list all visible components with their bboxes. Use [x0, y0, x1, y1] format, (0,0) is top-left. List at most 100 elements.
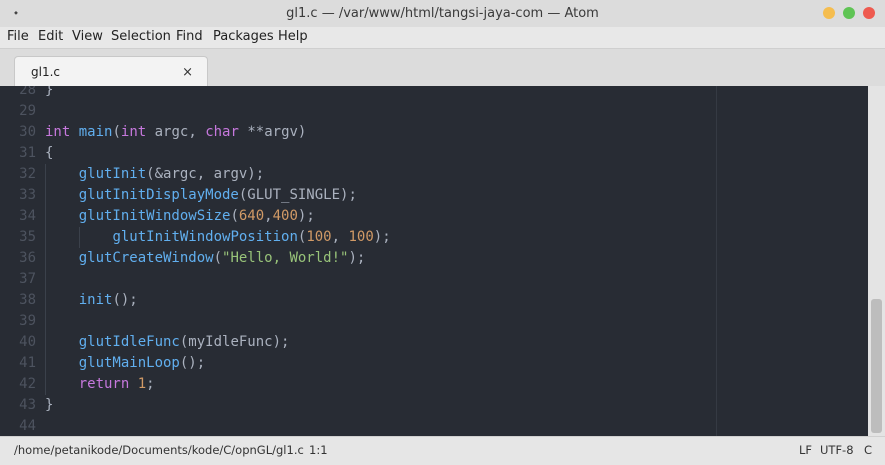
status-bar: /home/petanikode/Documents/kode/C/opnGL/… [0, 436, 885, 465]
indent-guide [45, 164, 46, 395]
code-line[interactable]: glutInitDisplayMode(GLUT_SINGLE); [45, 185, 357, 206]
code-token: glutCreateWindow [78, 250, 214, 266]
file-encoding[interactable]: UTF-8 [820, 437, 854, 464]
line-number: 37 [19, 271, 36, 287]
line-number: 44 [19, 418, 36, 434]
menu-edit[interactable]: Edit [38, 27, 63, 48]
code-token: ); [297, 208, 315, 224]
code-token: argc, [146, 124, 206, 140]
code-line[interactable]: glutCreateWindow("Hello, World!"); [45, 248, 366, 269]
code-token: (); [179, 355, 206, 371]
code-line[interactable]: glutInitWindowPosition(100, 100); [45, 227, 391, 248]
code-line[interactable]: int main(int argc, char **argv) [45, 122, 306, 143]
code-line[interactable]: glutInit(&argc, argv); [45, 164, 264, 185]
line-number: 28 [19, 86, 36, 98]
file-path[interactable]: /home/petanikode/Documents/kode/C/opnGL/… [14, 437, 304, 464]
code-token: ( [230, 208, 239, 224]
code-line[interactable]: init(); [45, 290, 138, 311]
code-token: glutInit [78, 166, 147, 182]
line-ending[interactable]: LF [799, 437, 812, 464]
code-token: 1 [137, 376, 147, 392]
line-number: 38 [19, 292, 36, 308]
code-token: ); [373, 229, 391, 245]
code-token: **argv) [238, 124, 307, 140]
code-line[interactable]: } [45, 86, 53, 101]
menu-selection[interactable]: Selection [111, 27, 171, 48]
code-token: (&argc, argv); [146, 166, 265, 182]
maximize-button[interactable] [843, 7, 855, 19]
menu-packages[interactable]: Packages [213, 27, 274, 48]
title-bar: ⬩ gl1.c — /var/www/html/tangsi-jaya-com … [0, 0, 885, 27]
line-number-gutter: 28 29 30 31 32 33 34 35 36 37 38 39 40 41 42 43 44 [0, 86, 36, 436]
code-token: 100 [348, 229, 374, 245]
menu-find[interactable]: Find [176, 27, 203, 48]
cursor-position[interactable]: 1:1 [309, 437, 328, 464]
menu-help[interactable]: Help [278, 27, 308, 48]
close-button[interactable] [863, 7, 875, 19]
code-token: 400 [272, 208, 298, 224]
line-number: 41 [19, 355, 36, 371]
line-number: 31 [19, 145, 36, 161]
code-token: ( [112, 124, 121, 140]
code-token: , [331, 229, 349, 245]
code-token: int [120, 124, 147, 140]
code-token: { [45, 145, 54, 161]
code-token: ; [146, 376, 155, 392]
code-token: return [78, 376, 130, 392]
code-token: char [205, 124, 239, 140]
window-title: gl1.c — /var/www/html/tangsi-jaya-com — … [286, 6, 599, 21]
close-icon[interactable]: × [182, 57, 193, 88]
line-number: 33 [19, 187, 36, 203]
line-number: 40 [19, 334, 36, 350]
menu-file[interactable]: File [7, 27, 29, 48]
line-number: 36 [19, 250, 36, 266]
line-number: 32 [19, 166, 36, 182]
line-number: 39 [19, 313, 36, 329]
minimize-button[interactable] [823, 7, 835, 19]
code-token: , [264, 208, 273, 224]
code-token: glutIdleFunc [78, 334, 180, 350]
line-number: 29 [19, 103, 36, 119]
code-line[interactable]: glutInitWindowSize(640,400); [45, 206, 315, 227]
code-token: glutInitWindowSize [78, 208, 231, 224]
line-number: 35 [19, 229, 36, 245]
line-number: 30 [19, 124, 36, 140]
line-number: 42 [19, 376, 36, 392]
code-line[interactable]: return 1; [45, 374, 155, 395]
code-token: } [45, 86, 54, 98]
tab-bar: gl1.c × [0, 48, 885, 88]
grammar-selector[interactable]: C [864, 437, 872, 464]
scrollbar-thumb[interactable] [871, 299, 882, 433]
code-token: glutInitWindowPosition [112, 229, 298, 245]
code-line[interactable]: glutMainLoop(); [45, 353, 205, 374]
code-token: "Hello, World!" [222, 250, 349, 266]
code-token: (); [112, 292, 138, 308]
code-line[interactable]: { [45, 143, 53, 164]
code-line[interactable]: } [45, 395, 53, 416]
tab-gl1-c[interactable]: gl1.c × [14, 56, 208, 88]
code-line[interactable]: glutIdleFunc(myIdleFunc); [45, 332, 290, 353]
code-token: main [78, 124, 113, 140]
code-token: int [45, 124, 71, 140]
menu-view[interactable]: View [72, 27, 103, 48]
code-token: 640 [238, 208, 265, 224]
code-token: ); [348, 250, 366, 266]
code-token: (GLUT_SINGLE); [238, 187, 357, 203]
code-editor[interactable]: 28 29 30 31 32 33 34 35 36 37 38 39 40 41 42 43 44 } int … [0, 86, 885, 436]
tab-label: gl1.c [31, 65, 60, 79]
indent-guide [79, 227, 80, 248]
line-number: 34 [19, 208, 36, 224]
code-token: init [78, 292, 113, 308]
wrap-guide [716, 86, 717, 436]
code-token: (myIdleFunc); [179, 334, 290, 350]
